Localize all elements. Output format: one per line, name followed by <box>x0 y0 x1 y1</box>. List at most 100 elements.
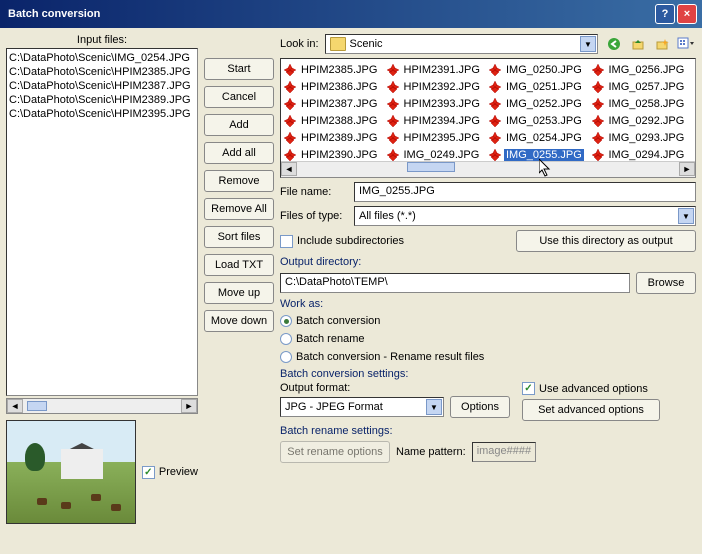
input-files-label: Input files: <box>6 34 198 46</box>
image-file-icon <box>386 80 400 94</box>
checkbox-icon <box>280 235 293 248</box>
file-item[interactable]: IMG_0256.JPG <box>591 61 694 78</box>
look-in-combo[interactable]: Scenic ▼ <box>325 34 598 54</box>
filename-input[interactable]: IMG_0255.JPG <box>354 182 696 202</box>
radio-icon <box>280 333 292 345</box>
image-file-icon <box>591 114 605 128</box>
output-format-combo[interactable]: JPG - JPEG Format ▼ <box>280 397 444 417</box>
scroll-left-icon[interactable]: ◄ <box>281 162 297 176</box>
chevron-down-icon[interactable]: ▼ <box>426 399 442 415</box>
add-all-button[interactable]: Add all <box>204 142 274 164</box>
add-button[interactable]: Add <box>204 114 274 136</box>
image-file-icon <box>283 97 297 111</box>
file-item[interactable]: HPIM2394.JPG <box>386 112 489 129</box>
list-item[interactable]: C:\DataPhoto\Scenic\HPIM2387.JPG <box>9 79 195 93</box>
remove-all-button[interactable]: Remove All <box>204 198 274 220</box>
load-txt-button[interactable]: Load TXT <box>204 254 274 276</box>
image-file-icon <box>488 131 502 145</box>
check-icon: ✓ <box>522 382 535 395</box>
input-files-list[interactable]: C:\DataPhoto\Scenic\IMG_0254.JPG C:\Data… <box>6 48 198 396</box>
list-item[interactable]: C:\DataPhoto\Scenic\HPIM2395.JPG <box>9 107 195 121</box>
output-dir-label: Output directory: <box>280 256 696 268</box>
image-file-icon <box>283 63 297 77</box>
set-rename-button: Set rename options <box>280 441 390 463</box>
scroll-left-icon[interactable]: ◄ <box>7 399 23 413</box>
image-file-icon <box>591 63 605 77</box>
image-file-icon <box>488 97 502 111</box>
output-dir-input[interactable]: C:\DataPhoto\TEMP\ <box>280 273 630 293</box>
file-item[interactable]: HPIM2385.JPG <box>283 61 386 78</box>
file-hscrollbar[interactable]: ◄ ► <box>281 161 695 177</box>
file-item[interactable]: IMG_0253.JPG <box>488 112 591 129</box>
set-adv-button[interactable]: Set advanced options <box>522 399 660 421</box>
chevron-down-icon[interactable]: ▼ <box>580 36 596 52</box>
file-item[interactable]: HPIM2387.JPG <box>283 95 386 112</box>
chevron-down-icon[interactable]: ▼ <box>678 208 694 224</box>
file-item[interactable]: IMG_0254.JPG <box>488 129 591 146</box>
preview-checkbox[interactable]: ✓ Preview <box>142 466 198 479</box>
workas-batch-conv-rename[interactable]: Batch conversion - Rename result files <box>280 351 696 363</box>
radio-icon <box>280 315 292 327</box>
name-pattern-label: Name pattern: <box>396 446 466 458</box>
move-down-button[interactable]: Move down <box>204 310 274 332</box>
file-item[interactable]: HPIM2389.JPG <box>283 129 386 146</box>
image-file-icon <box>488 80 502 94</box>
options-button[interactable]: Options <box>450 396 510 418</box>
file-item[interactable]: IMG_0251.JPG <box>488 78 591 95</box>
file-item[interactable]: HPIM2388.JPG <box>283 112 386 129</box>
list-item[interactable]: C:\DataPhoto\Scenic\IMG_0254.JPG <box>9 51 195 65</box>
file-item[interactable]: IMG_0250.JPG <box>488 61 591 78</box>
remove-button[interactable]: Remove <box>204 170 274 192</box>
file-item[interactable]: HPIM2395.JPG <box>386 129 489 146</box>
help-button[interactable]: ? <box>655 4 675 24</box>
start-button[interactable]: Start <box>204 58 274 80</box>
image-file-icon <box>386 63 400 77</box>
image-file-icon <box>591 97 605 111</box>
list-item[interactable]: C:\DataPhoto\Scenic\HPIM2385.JPG <box>9 65 195 79</box>
folder-icon <box>330 37 346 51</box>
new-folder-icon[interactable] <box>652 34 672 54</box>
window-title: Batch conversion <box>4 8 654 20</box>
scroll-thumb[interactable] <box>27 401 47 411</box>
back-icon[interactable] <box>604 34 624 54</box>
scroll-right-icon[interactable]: ► <box>679 162 695 176</box>
image-file-icon <box>591 131 605 145</box>
browse-button[interactable]: Browse <box>636 272 696 294</box>
move-up-button[interactable]: Move up <box>204 282 274 304</box>
workas-batch-conv[interactable]: Batch conversion <box>280 315 696 327</box>
list-item[interactable]: C:\DataPhoto\Scenic\HPIM2389.JPG <box>9 93 195 107</box>
sort-files-button[interactable]: Sort files <box>204 226 274 248</box>
close-button[interactable]: × <box>677 4 697 24</box>
image-file-icon <box>488 148 502 162</box>
file-item[interactable]: IMG_0292.JPG <box>591 112 694 129</box>
outfmt-label: Output format: <box>280 382 510 394</box>
file-item[interactable]: HPIM2391.JPG <box>386 61 489 78</box>
workas-batch-rename[interactable]: Batch rename <box>280 333 696 345</box>
scroll-thumb[interactable] <box>407 162 455 172</box>
file-item[interactable]: HPIM2392.JPG <box>386 78 489 95</box>
image-file-icon <box>488 114 502 128</box>
file-item[interactable]: HPIM2386.JPG <box>283 78 386 95</box>
up-folder-icon[interactable] <box>628 34 648 54</box>
file-item[interactable]: IMG_0293.JPG <box>591 129 694 146</box>
use-adv-checkbox[interactable]: ✓ Use advanced options <box>522 382 696 395</box>
file-item[interactable]: IMG_0257.JPG <box>591 78 694 95</box>
file-item[interactable]: IMG_0252.JPG <box>488 95 591 112</box>
scroll-right-icon[interactable]: ► <box>181 399 197 413</box>
brs-label: Batch rename settings: <box>280 425 696 437</box>
include-sub-checkbox[interactable]: Include subdirectories <box>280 235 404 248</box>
look-in-label: Look in: <box>280 38 319 50</box>
cancel-button[interactable]: Cancel <box>204 86 274 108</box>
list-hscrollbar[interactable]: ◄ ► <box>6 398 198 414</box>
view-menu-icon[interactable] <box>676 34 696 54</box>
file-item[interactable]: HPIM2393.JPG <box>386 95 489 112</box>
name-pattern-input: image#### <box>472 442 536 462</box>
image-file-icon <box>386 131 400 145</box>
filetype-combo[interactable]: All files (*.*) ▼ <box>354 206 696 226</box>
file-item[interactable]: IMG_0258.JPG <box>591 95 694 112</box>
work-as-label: Work as: <box>280 298 696 310</box>
use-dir-button[interactable]: Use this directory as output <box>516 230 696 252</box>
file-browser[interactable]: HPIM2385.JPGHPIM2391.JPGIMG_0250.JPGIMG_… <box>280 58 696 178</box>
image-file-icon <box>591 148 605 162</box>
image-file-icon <box>283 131 297 145</box>
